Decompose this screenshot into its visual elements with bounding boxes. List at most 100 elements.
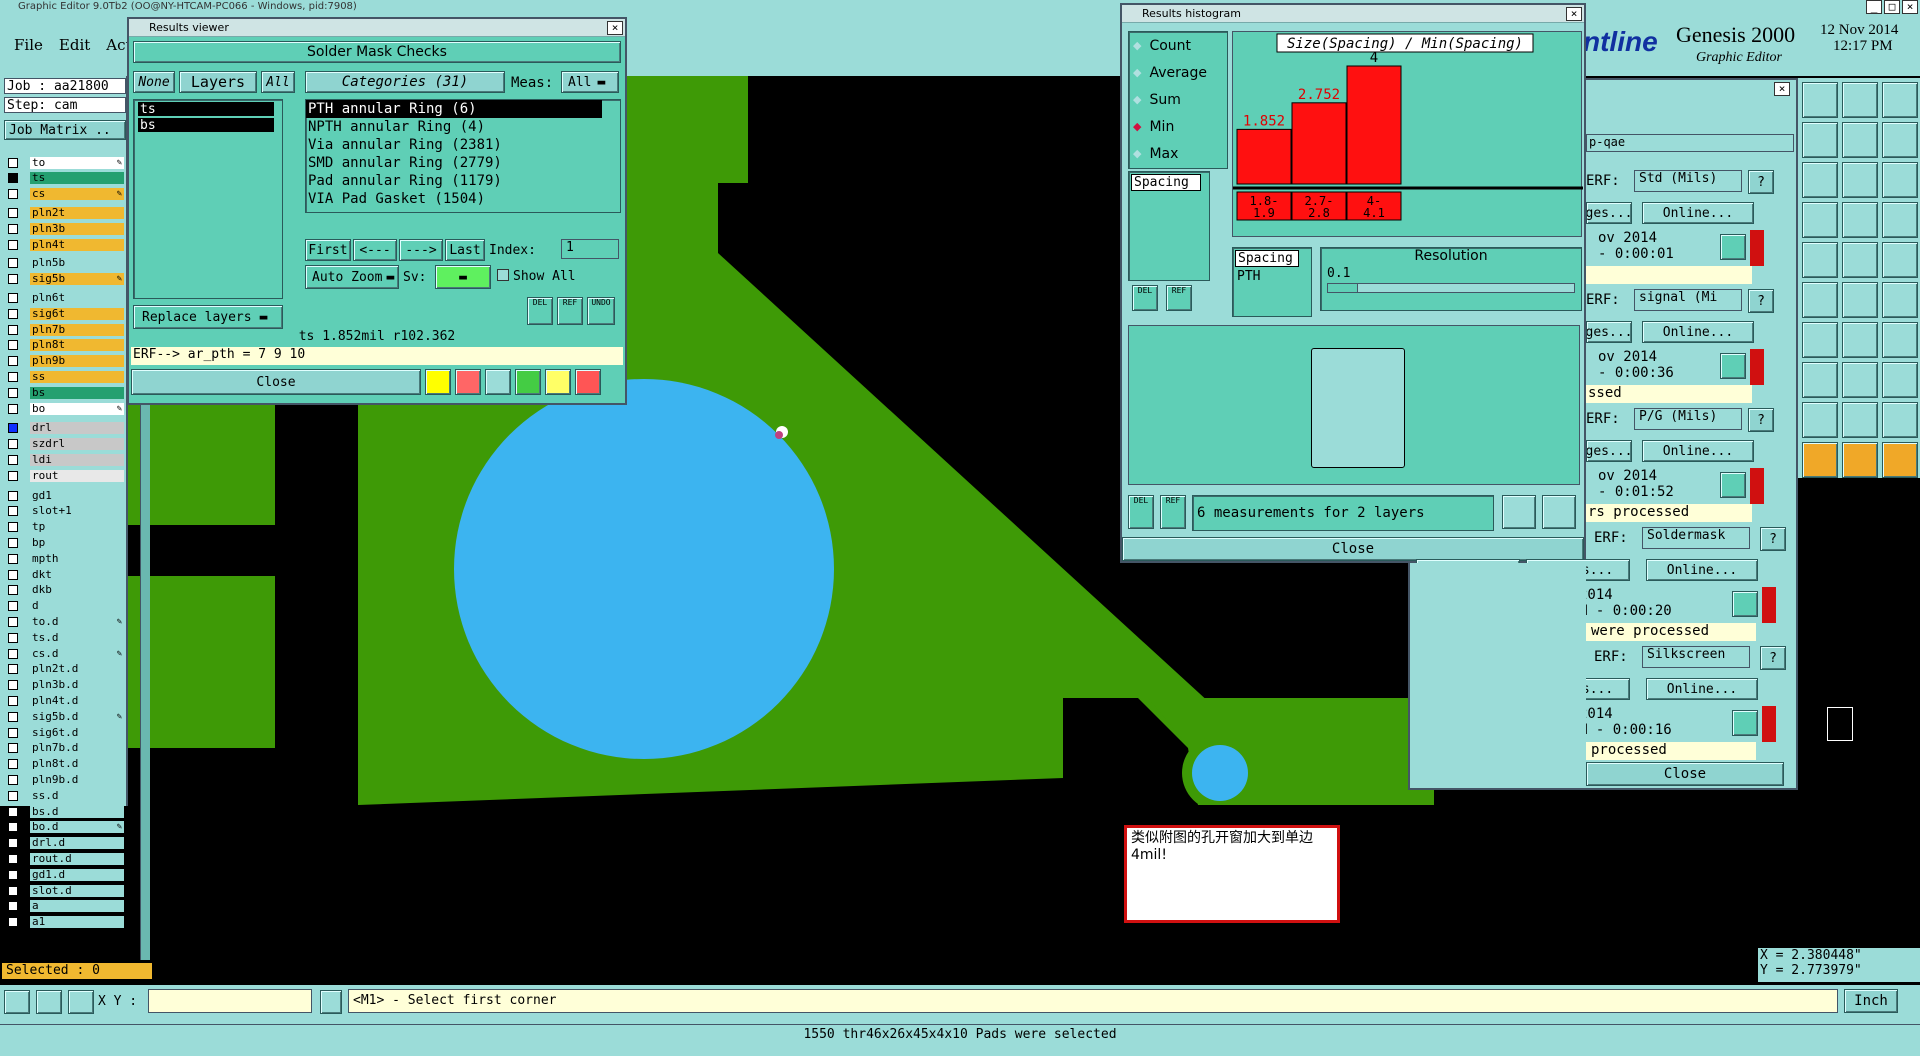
layer-checkbox[interactable] <box>8 569 18 580</box>
check-icon[interactable] <box>515 369 541 395</box>
alert-icon[interactable] <box>320 990 342 1014</box>
layer-checkbox[interactable] <box>8 387 18 398</box>
zoom-icon[interactable] <box>1732 591 1758 617</box>
layer-row[interactable]: slot.d <box>8 884 124 897</box>
layout-icon[interactable] <box>1882 82 1918 118</box>
online-button[interactable]: Online... <box>1642 440 1754 462</box>
erf-value[interactable]: Soldermask <box>1642 527 1750 549</box>
zoom-fit-icon[interactable] <box>1502 495 1536 529</box>
cross-icon[interactable] <box>485 369 511 395</box>
category-item[interactable]: Pad annular Ring (1179) <box>306 172 602 190</box>
layer-checkbox[interactable] <box>8 371 18 382</box>
erf-value[interactable]: P/G (Mils) <box>1634 408 1742 430</box>
pad-icon[interactable] <box>1882 242 1918 278</box>
show-all-checkbox[interactable] <box>497 269 509 281</box>
layer-row[interactable]: rout.d <box>8 852 124 865</box>
snap-icon[interactable] <box>4 990 30 1014</box>
align-icon[interactable] <box>1842 362 1878 398</box>
grid-view-icon[interactable] <box>1802 202 1838 238</box>
home-icon[interactable] <box>1842 82 1878 118</box>
help-button[interactable]: ? <box>1760 527 1786 551</box>
online-button[interactable]: Online... <box>1642 202 1754 224</box>
auto-zoom-select[interactable]: Auto Zoom ▬ <box>305 265 399 289</box>
layer-row[interactable]: dkb <box>8 584 124 597</box>
layer-checkbox[interactable] <box>8 356 18 367</box>
erf-value[interactable]: Silkscreen <box>1642 646 1750 668</box>
ref-button[interactable]: REF <box>557 297 583 325</box>
pth-list-item[interactable]: PTH <box>1235 269 1309 284</box>
layer-row[interactable]: pln5b <box>8 257 124 270</box>
help-button[interactable]: ? <box>1748 408 1774 432</box>
layers-button[interactable]: Layers <box>179 71 257 93</box>
layer-checkbox[interactable] <box>8 340 18 351</box>
layer-row[interactable]: rout <box>8 469 124 482</box>
layer-checkbox[interactable] <box>8 774 18 785</box>
layer-checkbox[interactable] <box>8 680 18 691</box>
layer-checkbox[interactable] <box>8 157 18 168</box>
layer-row[interactable]: drl.d <box>8 837 124 850</box>
unit-select[interactable]: Inch <box>1844 989 1898 1013</box>
option-average[interactable]: ◆ Average <box>1129 59 1227 86</box>
layer-row[interactable]: ldi <box>8 453 124 466</box>
layer-checkbox[interactable] <box>8 454 18 465</box>
menu-file[interactable]: File <box>14 36 43 54</box>
layer-checkbox[interactable] <box>8 759 18 770</box>
layer-checkbox[interactable] <box>8 743 18 754</box>
layer-row[interactable]: ss.d <box>8 789 124 802</box>
layer-row[interactable]: pln9b.d <box>8 773 124 786</box>
layer-row[interactable]: pln2t <box>8 206 124 219</box>
online-button[interactable]: Online... <box>1642 321 1754 343</box>
measure-list[interactable]: Spacing <box>1128 171 1210 281</box>
xy-input[interactable] <box>148 989 312 1013</box>
layer-checkbox[interactable] <box>8 506 18 517</box>
ranges-button[interactable]: ges... <box>1586 321 1632 343</box>
option-count[interactable]: ◆ Count <box>1129 32 1227 59</box>
layer-checkbox[interactable] <box>8 695 18 706</box>
layer-row[interactable]: szdrl <box>8 438 124 451</box>
layer-row[interactable]: gd1.d <box>8 868 124 881</box>
close-window-button[interactable]: × <box>1902 0 1918 14</box>
prev-button[interactable]: <--- <box>353 239 397 261</box>
layer-checkbox[interactable] <box>8 553 18 564</box>
grid-icon[interactable] <box>68 990 94 1014</box>
copy-icon[interactable] <box>1882 362 1918 398</box>
layer-row[interactable]: pln3b <box>8 222 124 235</box>
layer-checkbox[interactable] <box>8 522 18 533</box>
layer-checkbox[interactable] <box>8 173 18 184</box>
layer-row[interactable]: ss <box>8 370 124 383</box>
hist-ref2-button[interactable]: REF <box>1160 495 1186 529</box>
layer-results-list[interactable]: ts bs <box>133 99 283 299</box>
shape-a-icon[interactable] <box>1882 402 1918 438</box>
zoom-icon[interactable] <box>1732 710 1758 736</box>
highlight-icon[interactable] <box>425 369 451 395</box>
layer-row[interactable]: cs ✎ <box>8 188 124 201</box>
layer-row[interactable]: bs <box>8 386 124 399</box>
layer-row[interactable]: sig6t.d <box>8 726 124 739</box>
line-icon[interactable] <box>1802 322 1838 358</box>
option-max[interactable]: ◆ Max <box>1129 140 1227 167</box>
dimension-icon[interactable] <box>1802 362 1838 398</box>
layer-checkbox[interactable] <box>8 901 18 912</box>
radio-icon[interactable]: ◆ <box>1133 147 1141 160</box>
layer-checkbox[interactable] <box>8 601 18 612</box>
connect-icon[interactable] <box>1842 282 1878 318</box>
flip-icon[interactable] <box>1882 322 1918 358</box>
erf-value[interactable]: signal (Mi <box>1634 289 1742 311</box>
layer-checkbox[interactable] <box>8 822 18 833</box>
measure-list-item[interactable]: Spacing <box>1131 174 1201 191</box>
layer-row[interactable]: cs.d ✎ <box>8 647 124 660</box>
online-button[interactable]: Online... <box>1646 559 1758 581</box>
maximize-button[interactable]: □ <box>1884 0 1900 14</box>
first-button[interactable]: First <box>305 239 351 261</box>
pointer-icon[interactable] <box>1842 442 1878 478</box>
category-item[interactable]: NPTH annular Ring (4) <box>306 118 602 136</box>
help-button[interactable]: ? <box>1760 646 1786 670</box>
ratio-icon[interactable] <box>1842 162 1878 198</box>
layer-checkbox[interactable] <box>8 274 18 285</box>
layer-checkbox[interactable] <box>8 403 18 414</box>
layer-checkbox[interactable] <box>8 711 18 722</box>
layer-checkbox[interactable] <box>8 423 18 434</box>
radio-icon[interactable]: ◆ <box>1133 39 1141 52</box>
hist-ref-button[interactable]: REF <box>1166 285 1192 311</box>
layer-row[interactable]: tp <box>8 521 124 534</box>
